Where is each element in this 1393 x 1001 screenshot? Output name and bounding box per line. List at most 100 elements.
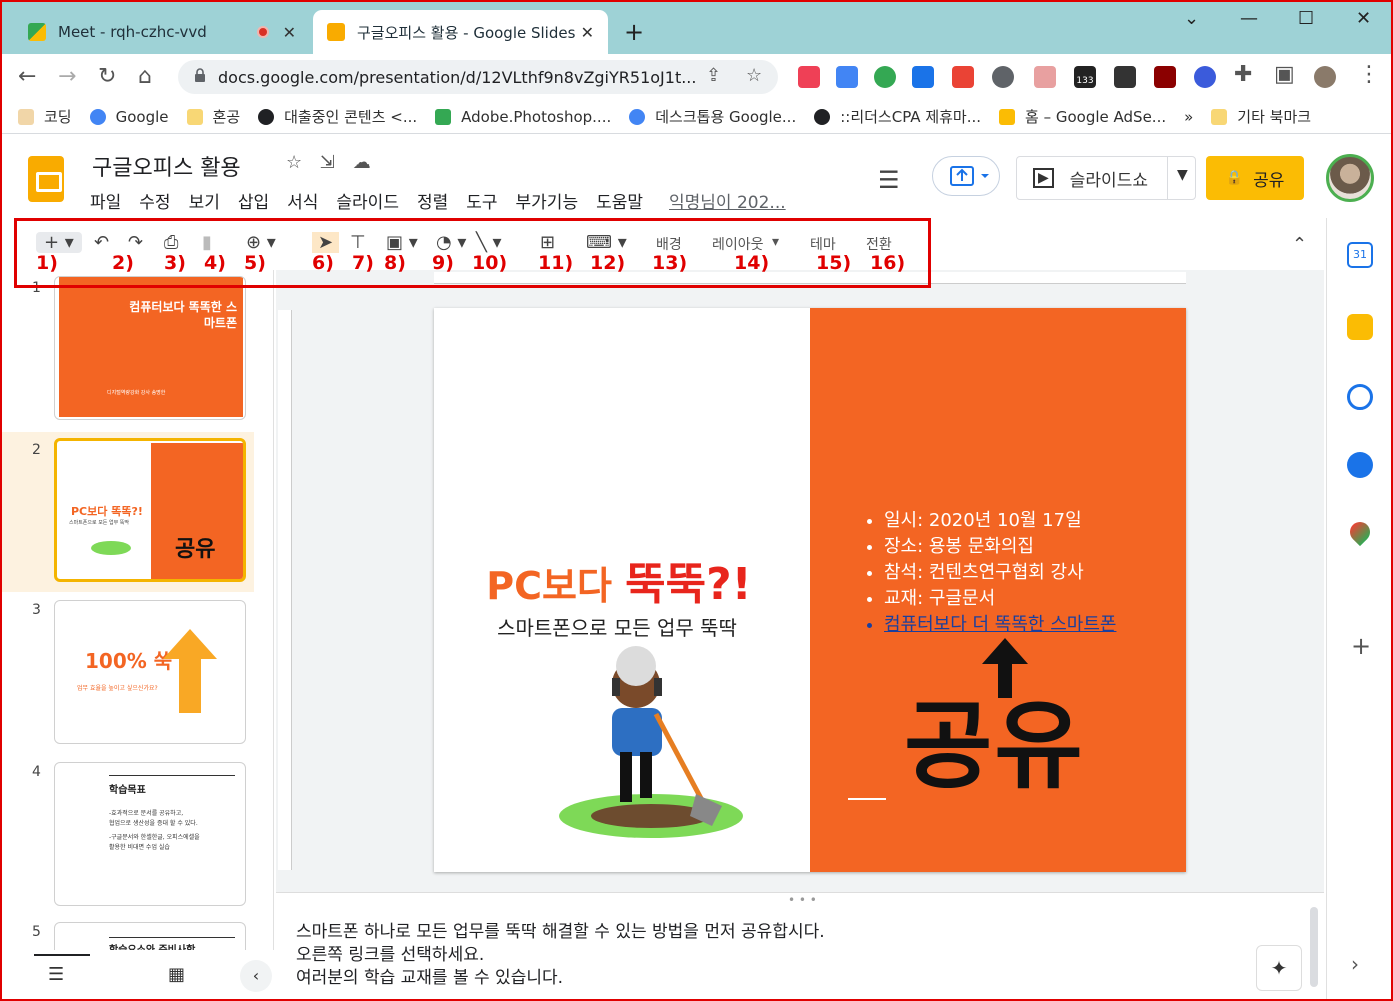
big-share-text[interactable]: 공유 <box>904 668 1085 807</box>
slide-heading[interactable]: PC보다 뚝뚝?! <box>434 548 804 612</box>
tab-slides[interactable]: 구글오피스 활용 - Google Slides ✕ <box>313 10 608 54</box>
reload-icon[interactable]: ↻ <box>98 64 116 89</box>
window-close-icon[interactable]: ✕ <box>1356 8 1371 29</box>
bookmark-item[interactable]: 홈 – Google AdSe... <box>999 106 1166 127</box>
assist-button[interactable]: ✦ <box>1256 945 1302 991</box>
last-edit-link[interactable]: 익명님이 202... <box>669 188 786 213</box>
menu-edit[interactable]: 수정 <box>139 188 170 213</box>
tab-meet[interactable]: Meet - rqh-czhc-vvd ✕ <box>14 10 310 54</box>
annotation-label: 1) <box>36 252 58 274</box>
puzzle-extensions-icon[interactable]: ✚ <box>1234 62 1252 87</box>
bookmark-item[interactable]: ::리더스CPA 제휴마... <box>814 106 981 127</box>
extension-icon[interactable] <box>952 66 974 88</box>
document-title[interactable]: 구글오피스 활용 <box>92 150 241 182</box>
slide-subtitle[interactable]: 스마트폰으로 모든 업무 뚝딱 <box>434 612 800 641</box>
forward-icon[interactable]: → <box>58 64 76 89</box>
browser-menu-icon[interactable]: ⋮ <box>1358 62 1380 87</box>
bullet-link[interactable]: 컴퓨터보다 더 똑똑한 스마트폰 <box>884 612 1116 638</box>
extension-icon[interactable] <box>992 66 1014 88</box>
bookmark-item[interactable]: 혼공 <box>186 106 240 127</box>
extension-icon[interactable] <box>874 66 896 88</box>
close-tab-icon[interactable]: ✕ <box>581 23 594 42</box>
extension-badge-icon[interactable]: 133 <box>1074 66 1096 88</box>
slideshow-button[interactable]: ▶ 슬라이드쇼 ▼ <box>1016 156 1196 200</box>
present-to-meeting-button[interactable] <box>932 156 1000 196</box>
translate-icon[interactable] <box>836 66 858 88</box>
move-folder-icon[interactable]: ⇲ <box>320 152 335 173</box>
speaker-notes[interactable]: • • • 스마트폰 하나로 모든 업무를 뚝딱 해결할 수 있는 방법을 먼저… <box>276 892 1324 1001</box>
slide-thumbnail-selected[interactable]: PC보다 똑똑?! 스마트폰으로 모든 업무 뚝딱 공유 <box>54 438 246 582</box>
browser-tab-strip: Meet - rqh-czhc-vvd ✕ 구글오피스 활용 - Google … <box>0 0 1393 54</box>
notes-scrollbar[interactable] <box>1310 907 1318 987</box>
extension-icon[interactable] <box>1114 66 1136 88</box>
expand-panel-icon[interactable]: › <box>1351 952 1359 976</box>
menu-format[interactable]: 서식 <box>287 188 318 213</box>
play-icon: ▶ <box>1033 168 1054 188</box>
slide-number: 4 <box>32 764 41 780</box>
annotation-label: 11) <box>538 252 574 274</box>
extension-icon[interactable] <box>912 66 934 88</box>
maximize-icon[interactable]: ☐ <box>1298 8 1314 29</box>
bookmark-star-icon[interactable]: ☆ <box>746 65 762 86</box>
menu-view[interactable]: 보기 <box>189 188 220 213</box>
menu-help[interactable]: 도움말 <box>596 188 643 213</box>
collapse-toolbar-icon[interactable]: ⌃ <box>1292 234 1307 255</box>
slide-thumbnail[interactable]: 컴퓨터보다 똑똑한 스마트폰 디지털역량강화 강사 송명한 <box>54 276 246 420</box>
vertical-ruler <box>278 310 292 870</box>
add-addon-icon[interactable]: + <box>1351 632 1371 660</box>
maps-icon[interactable] <box>1345 517 1375 547</box>
chevron-down-icon[interactable]: ▼ <box>1177 167 1188 183</box>
menu-tools[interactable]: 도구 <box>466 188 497 213</box>
share-button[interactable]: 🔒 공유 <box>1206 156 1304 200</box>
resize-handle-icon[interactable]: • • • <box>788 893 817 907</box>
bookmark-item[interactable]: 대출중인 콘텐츠 <... <box>258 106 417 127</box>
lock-icon: 🔒 <box>1225 170 1244 186</box>
minimize-icon[interactable]: — <box>1240 8 1258 29</box>
star-icon[interactable]: ☆ <box>286 152 302 173</box>
contacts-icon[interactable] <box>1347 452 1373 478</box>
share-page-icon[interactable]: ⇪ <box>706 65 721 86</box>
bookmark-item[interactable]: Adobe.Photoshop.... <box>435 108 611 126</box>
back-icon[interactable]: ← <box>18 64 36 89</box>
calendar-icon[interactable]: 31 <box>1347 242 1373 268</box>
decorative-line <box>848 798 886 800</box>
home-icon[interactable]: ⌂ <box>138 64 152 89</box>
tab-search-icon[interactable]: ⌄ <box>1184 8 1199 29</box>
notes-line: 여러분의 학습 교재를 볼 수 있습니다. <box>296 968 564 988</box>
profile-avatar-icon[interactable] <box>1314 66 1336 88</box>
pocket-icon[interactable] <box>798 66 820 88</box>
collapse-filmstrip-icon[interactable]: ‹ <box>240 960 272 992</box>
side-panel-icon[interactable]: ▣ <box>1274 62 1295 87</box>
grid-view-icon[interactable]: ▦ <box>168 964 185 985</box>
slides-logo-icon[interactable] <box>28 156 64 202</box>
current-slide[interactable]: PC보다 뚝뚝?! 스마트폰으로 모든 업무 뚝딱 일시: 2020년 10월 … <box>434 308 1186 872</box>
present-upload-icon <box>950 166 989 186</box>
list-view-icon[interactable]: ☰ <box>48 964 64 985</box>
extension-icon[interactable] <box>1194 66 1216 88</box>
slide-thumbnail[interactable]: 학습목표 -효과적으로 문서를 공유하고, 협업으로 생산성을 증대 할 수 있… <box>54 762 246 906</box>
slide-thumbnail[interactable]: 100% 쑥 업무 효율을 높이고 싶으신가요? <box>54 600 246 744</box>
new-tab-button[interactable]: + <box>624 18 644 46</box>
bookmarks-overflow-button[interactable]: » <box>1184 108 1193 126</box>
side-panel: 31 + › <box>1326 218 1393 1001</box>
extension-icon[interactable] <box>1034 66 1056 88</box>
menu-insert[interactable]: 삽입 <box>238 188 269 213</box>
tasks-icon[interactable] <box>1347 384 1373 410</box>
bookmark-item[interactable]: Google <box>89 108 169 126</box>
menu-arrange[interactable]: 정렬 <box>417 188 448 213</box>
bookmark-item[interactable]: 데스크톱용 Google... <box>629 106 796 127</box>
menu-file[interactable]: 파일 <box>90 188 121 213</box>
cloud-status-icon[interactable]: ☁ <box>353 152 371 173</box>
user-avatar[interactable] <box>1326 154 1374 202</box>
extension-icon[interactable] <box>1154 66 1176 88</box>
comment-history-icon[interactable]: ☰ <box>878 166 900 194</box>
bookmark-item[interactable]: 코딩 <box>18 106 72 127</box>
slide-bullets[interactable]: 일시: 2020년 10월 17일 장소: 용봉 문화의집 참석: 컨텐츠연구협… <box>862 508 1116 638</box>
slide-number: 3 <box>32 602 41 618</box>
other-bookmarks[interactable]: 기타 북마크 <box>1211 106 1311 127</box>
menu-slide[interactable]: 슬라이드 <box>336 188 399 213</box>
address-bar[interactable]: docs.google.com/presentation/d/12VLthf9n… <box>178 60 778 94</box>
close-tab-icon[interactable]: ✕ <box>283 23 296 42</box>
menu-addons[interactable]: 부가기능 <box>516 188 579 213</box>
keep-icon[interactable] <box>1347 314 1373 340</box>
